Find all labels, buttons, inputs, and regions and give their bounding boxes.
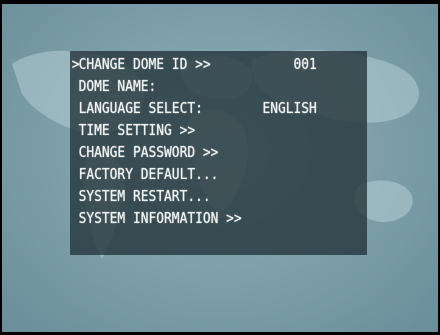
menu-item-change-password[interactable]: CHANGE PASSWORD >> <box>70 141 325 163</box>
menu-item-label: CHANGE DOME ID >> <box>78 55 211 73</box>
menu-item-time-setting[interactable]: TIME SETTING >> <box>70 119 325 141</box>
menu-item-label: DOME NAME: <box>78 77 157 95</box>
menu-item-label: SYSTEM INFORMATION >> <box>78 209 242 227</box>
menu-item-change-dome-id[interactable]: > CHANGE DOME ID >> 001 <box>70 53 325 75</box>
menu-item-system-restart[interactable]: SYSTEM RESTART... <box>70 185 325 207</box>
osd-menu-panel: > CHANGE DOME ID >> 001 DOME NAME: LANGU… <box>70 51 367 255</box>
language-value: ENGLISH <box>262 99 317 117</box>
menu-item-label: CHANGE PASSWORD >> <box>78 143 219 161</box>
menu-item-label: SYSTEM RESTART... <box>78 187 211 205</box>
menu-item-label: TIME SETTING >> <box>78 121 196 139</box>
menu-item-label: FACTORY DEFAULT... <box>78 165 219 183</box>
menu-item-dome-name[interactable]: DOME NAME: <box>70 75 325 97</box>
osd-screen: > CHANGE DOME ID >> 001 DOME NAME: LANGU… <box>2 4 438 332</box>
menu-item-label: LANGUAGE SELECT: <box>78 99 203 117</box>
menu-item-system-information[interactable]: SYSTEM INFORMATION >> <box>70 207 325 229</box>
dome-id-value: 001 <box>293 55 317 73</box>
menu-item-language-select[interactable]: LANGUAGE SELECT: ENGLISH <box>70 97 325 119</box>
menu-item-factory-default[interactable]: FACTORY DEFAULT... <box>70 163 325 185</box>
